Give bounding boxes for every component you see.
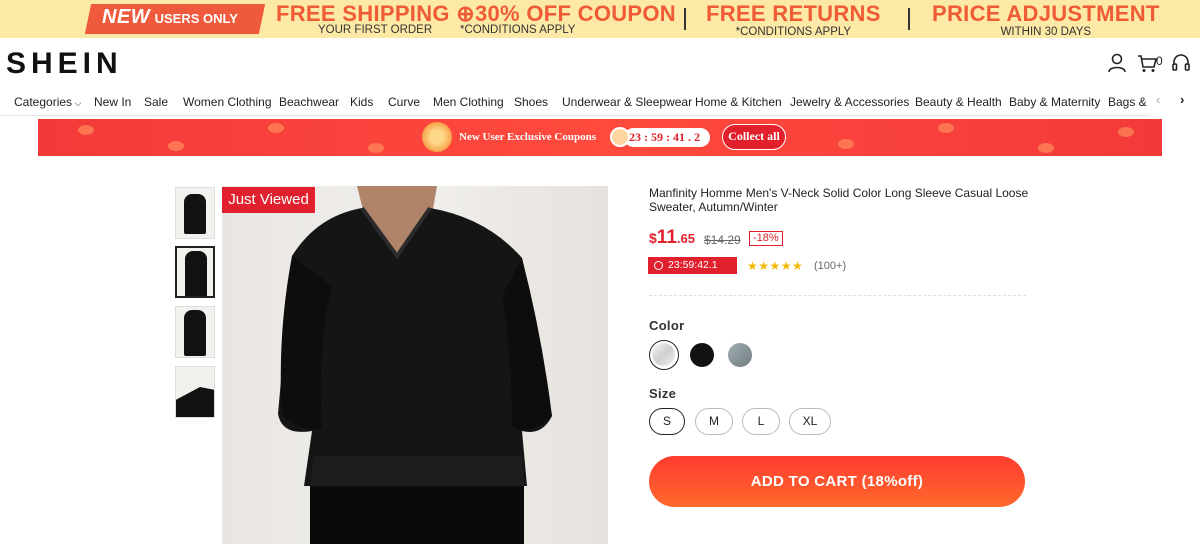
nav-shoes[interactable]: Shoes	[514, 95, 548, 109]
price-whole: 11	[656, 227, 677, 248]
conditions-text-2: *CONDITIONS APPLY	[735, 26, 852, 38]
clock-icon	[654, 261, 663, 270]
user-icon[interactable]	[1106, 52, 1128, 74]
chevron-right-icon[interactable]: ›	[1180, 92, 1184, 107]
sweater-thumbnail-image	[184, 310, 206, 356]
coin-decoration	[938, 123, 954, 133]
add-to-cart-button[interactable]: ADD TO CART (18%off)	[649, 456, 1025, 507]
nav-new-in[interactable]: New In	[94, 95, 131, 109]
coupon-text: 30% OFF COUPON	[474, 1, 676, 26]
coin-decoration	[78, 125, 94, 135]
nav-curve[interactable]: Curve	[388, 95, 420, 109]
sweater-model-illustration	[278, 186, 552, 544]
nav-baby-maternity[interactable]: Baby & Maternity	[1009, 95, 1100, 109]
flash-timer-text: 23:59:42.1	[668, 259, 718, 271]
sale-price: $11.65	[649, 227, 695, 249]
sweater-thumbnail-image	[184, 194, 206, 234]
nav-categories-label: Categories	[14, 95, 73, 109]
chevron-left-icon[interactable]: ‹	[1156, 92, 1160, 107]
price-cents: .65	[676, 231, 695, 246]
discount-badge: -18%	[749, 231, 783, 246]
nav-underwear-sleepwear[interactable]: Underwear & Sleepwear	[562, 95, 692, 109]
review-count[interactable]: (100+)	[814, 260, 846, 272]
thumbnail-front[interactable]	[175, 187, 215, 239]
first-order-text: YOUR FIRST ORDER	[318, 24, 433, 36]
original-price: $14.29	[704, 233, 741, 247]
color-swatch-grey[interactable]	[728, 343, 752, 367]
rating-stars[interactable]: ★★★★★	[747, 259, 803, 273]
nav-beauty-health[interactable]: Beauty & Health	[915, 95, 1002, 109]
flash-sale-timer: 23:59:42.1	[648, 257, 737, 274]
sweater-thumbnail-image	[185, 251, 207, 296]
within-days-text: WITHIN 30 DAYS	[1000, 26, 1092, 38]
coupon-timer: 23 : 59 : 41 . 2	[624, 128, 710, 147]
just-viewed-badge: Just Viewed	[222, 187, 315, 213]
coin-decoration	[1038, 143, 1054, 153]
gift-icon	[422, 122, 452, 152]
users-only-label: USERS ONLY	[154, 11, 238, 26]
size-label: Size	[649, 386, 677, 401]
coupon-banner[interactable]: New User Exclusive Coupons 23 : 59 : 41 …	[38, 119, 1162, 156]
price-currency: $	[649, 230, 657, 246]
free-shipping-text: FREE SHIPPING	[276, 1, 450, 26]
size-l-button[interactable]: L	[742, 408, 780, 435]
nav-arrows: ‹ ›	[1148, 88, 1200, 116]
shein-logo[interactable]: SHEIN	[6, 47, 123, 81]
product-title: Manfinity Homme Men's V-Neck Solid Color…	[649, 186, 1029, 214]
nav-categories[interactable]: Categories ⌵	[14, 95, 81, 109]
swatch-white-fill	[652, 343, 675, 366]
nav-women-clothing[interactable]: Women Clothing	[183, 95, 272, 109]
add-to-cart-discount: (18%off)	[861, 473, 924, 490]
new-label: NEW	[102, 6, 151, 28]
nav-jewelry-accessories[interactable]: Jewelry & Accessories	[790, 95, 909, 109]
promo-strip[interactable]: NEW USERS ONLY FREE SHIPPING ⊕30% OFF CO…	[0, 0, 1200, 38]
nav-kids[interactable]: Kids	[350, 95, 373, 109]
free-returns-text: FREE RETURNS	[706, 1, 881, 26]
coupon-title: New User Exclusive Coupons	[459, 131, 597, 143]
thumbnail-full[interactable]	[175, 246, 215, 298]
chevron-down-icon: ⌵	[72, 98, 82, 108]
nav-sale[interactable]: Sale	[144, 95, 168, 109]
add-to-cart-label: ADD TO CART	[750, 473, 858, 490]
plus-icon: ⊕	[456, 1, 475, 26]
free-shipping-block: FREE SHIPPING ⊕30% OFF COUPON	[276, 2, 676, 26]
nav-men-clothing[interactable]: Men Clothing	[433, 95, 504, 109]
cart-icon[interactable]	[1136, 52, 1158, 74]
coin-decoration	[1118, 127, 1134, 137]
color-swatch-white[interactable]	[649, 340, 679, 370]
size-s-button[interactable]: S	[649, 408, 685, 435]
thumbnail-back[interactable]	[175, 306, 215, 358]
section-divider	[649, 295, 1026, 296]
new-users-label: NEW USERS ONLY	[102, 6, 238, 29]
clock-icon	[610, 127, 630, 147]
coin-decoration	[168, 141, 184, 151]
size-m-button[interactable]: M	[695, 408, 733, 435]
nav-home-kitchen[interactable]: Home & Kitchen	[695, 95, 782, 109]
thumbnail-detail[interactable]	[175, 366, 215, 418]
price-adjustment-text: PRICE ADJUSTMENT	[932, 1, 1160, 26]
cart-count: 0	[1156, 54, 1163, 68]
nav-beachwear[interactable]: Beachwear	[279, 95, 339, 109]
promo-divider	[684, 8, 686, 30]
price-adjustment-block: PRICE ADJUSTMENT WITHIN 30 DAYS	[932, 1, 1160, 39]
promo-divider	[908, 8, 910, 30]
free-returns-block: FREE RETURNS *CONDITIONS APPLY	[706, 1, 881, 39]
product-main-image[interactable]	[222, 186, 608, 544]
headset-icon[interactable]	[1170, 52, 1192, 74]
coin-decoration	[838, 139, 854, 149]
conditions-text-1: *CONDITIONS APPLY	[460, 24, 576, 36]
collect-all-button[interactable]: Collect all	[722, 124, 786, 150]
color-label: Color	[649, 318, 685, 333]
sweater-thumbnail-image	[176, 387, 214, 417]
site-header: SHEIN 0	[0, 38, 1200, 88]
coin-decoration	[368, 143, 384, 153]
size-xl-button[interactable]: XL	[789, 408, 831, 435]
color-swatch-black[interactable]	[690, 343, 714, 367]
category-nav: Categories ⌵ New In Sale Women Clothing …	[0, 88, 1200, 116]
coin-decoration	[268, 123, 284, 133]
